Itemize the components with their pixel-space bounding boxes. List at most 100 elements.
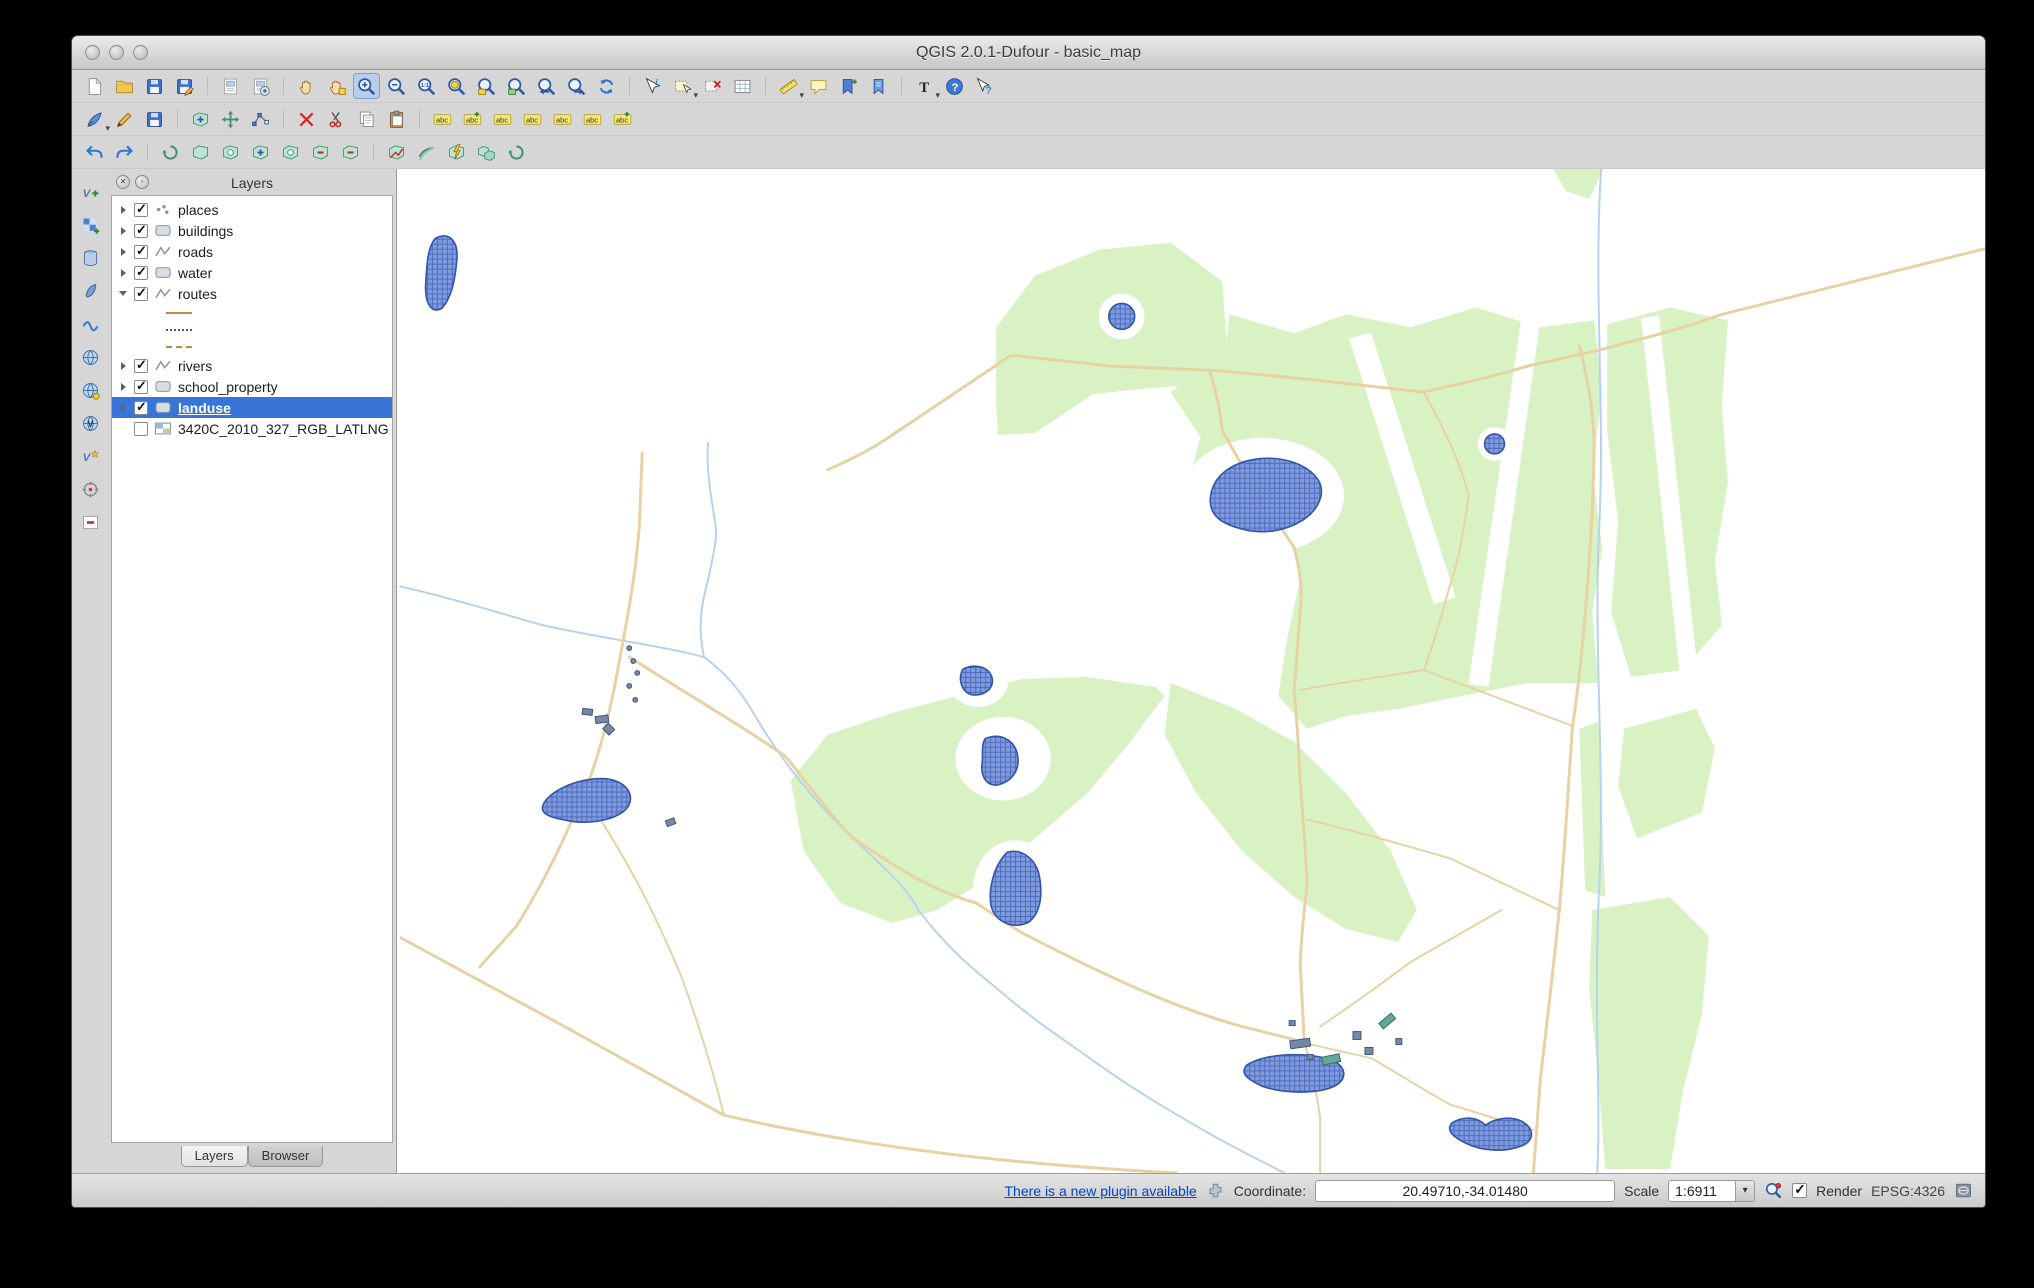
add-postgis-layer-button[interactable] [77,245,104,271]
add-vector-layer-button[interactable] [77,179,104,205]
add-raster-layer-button[interactable] [77,212,104,238]
help-button[interactable] [941,73,968,99]
zoom-full-button[interactable] [443,73,470,99]
routes-symbol-2[interactable] [112,321,392,338]
rotate-point-symbols-button[interactable] [503,139,530,165]
layer-visibility-checkbox[interactable] [134,357,148,373]
reshape-features-button[interactable] [383,139,410,165]
rotate-feature-button[interactable] [157,139,184,165]
cut-features-button[interactable] [323,106,350,132]
minimize-button[interactable] [109,45,124,60]
layer-visibility-checkbox[interactable] [134,285,148,301]
layer-water[interactable]: water [112,262,392,283]
layer-3420C-raster[interactable]: 3420C_2010_327_RGB_LATLNG [112,418,392,439]
layer-buildings[interactable]: buildings [112,220,392,241]
zoom-last-button[interactable] [533,73,560,99]
zoom-actual-button[interactable] [413,73,440,99]
layer-expander[interactable] [118,206,128,214]
pan-map-button[interactable] [293,73,320,99]
zoom-to-layer-button[interactable] [473,73,500,99]
layer-roads[interactable]: roads [112,241,392,262]
merge-features-button[interactable] [473,139,500,165]
scale-magnifier-icon[interactable] [1764,1181,1783,1200]
add-mssql-layer-button[interactable] [77,311,104,337]
layer-visibility-checkbox[interactable] [134,378,148,394]
delete-part-button[interactable] [337,139,364,165]
label-move-button[interactable] [489,106,516,132]
add-part-button[interactable] [247,139,274,165]
map-tips-button[interactable] [805,73,832,99]
new-shapefile-button[interactable] [77,443,104,469]
paste-features-button[interactable] [383,106,410,132]
scale-input[interactable] [1669,1180,1736,1201]
layer-rivers[interactable]: rivers [112,355,392,376]
delete-selected-button[interactable] [293,106,320,132]
whats-this-button[interactable] [971,73,998,99]
remove-layer-button[interactable] [77,509,104,535]
render-checkbox[interactable] [1792,1181,1808,1198]
zoom-out-button[interactable] [383,73,410,99]
node-tool-button[interactable] [247,106,274,132]
fill-ring-button[interactable] [277,139,304,165]
add-feature-button[interactable] [187,106,214,132]
layer-visibility-checkbox[interactable] [134,421,148,436]
scale-dropdown-arrow[interactable]: ▾ [1735,1180,1755,1201]
zoom-to-selection-button[interactable] [503,73,530,99]
refresh-map-button[interactable] [593,73,620,99]
label-add-button[interactable] [459,106,486,132]
layer-routes[interactable]: routes [112,283,392,304]
new-bookmark-button[interactable] [835,73,862,99]
layer-visibility-checkbox[interactable] [134,201,148,217]
pan-to-selection-button[interactable] [323,73,350,99]
identify-button[interactable] [639,73,666,99]
routes-symbol-3[interactable] [112,338,392,355]
label-show-hide-button[interactable] [579,106,606,132]
deselect-features-button[interactable] [699,73,726,99]
add-wms-layer-button[interactable] [77,344,104,370]
composer-manager-button[interactable] [247,73,274,99]
crs-status-button[interactable] [1954,1181,1973,1200]
layer-expander[interactable] [118,404,128,412]
simplify-feature-button[interactable] [187,139,214,165]
coordinate-input[interactable] [1315,1179,1616,1202]
plugin-available-link[interactable]: There is a new plugin available [1004,1183,1196,1199]
layer-school-property[interactable]: school_property [112,376,392,397]
layer-landuse[interactable]: landuse [112,397,392,418]
select-features-button[interactable] [669,73,698,101]
coordinate-capture-button[interactable] [77,476,104,502]
panel-float-button[interactable] [135,175,149,189]
scale-combo[interactable]: ▾ [1668,1179,1756,1202]
labeling-button[interactable] [429,106,456,132]
save-layer-edits-button[interactable] [141,106,168,132]
delete-ring-button[interactable] [307,139,334,165]
add-spatialite-layer-button[interactable] [77,278,104,304]
move-feature-button[interactable] [217,106,244,132]
layer-expander[interactable] [118,269,128,277]
show-bookmarks-button[interactable] [865,73,892,99]
toggle-editing-button[interactable] [111,106,138,132]
map-canvas[interactable] [396,169,1985,1173]
plugin-icon[interactable] [1206,1181,1225,1200]
undo-button[interactable] [81,139,108,165]
close-button[interactable] [85,45,100,60]
offset-curve-button[interactable] [413,139,440,165]
save-project-button[interactable] [141,73,168,99]
split-features-button[interactable] [443,139,470,165]
layer-places[interactable]: places [112,199,392,220]
add-ring-button[interactable] [217,139,244,165]
redo-button[interactable] [111,139,138,165]
layer-expander[interactable] [118,383,128,391]
measure-button[interactable] [775,73,804,101]
tab-layers[interactable]: Layers [180,1146,248,1167]
layer-visibility-checkbox[interactable] [134,399,148,415]
layer-expander[interactable] [118,227,128,235]
label-properties-button[interactable] [609,106,636,132]
zoom-in-button[interactable] [353,73,380,99]
label-pin-button[interactable] [549,106,576,132]
layer-visibility-checkbox[interactable] [134,243,148,259]
new-composer-button[interactable] [217,73,244,99]
open-attribute-table-button[interactable] [729,73,756,99]
open-project-button[interactable] [111,73,138,99]
layer-expander[interactable] [118,248,128,256]
add-wcs-layer-button[interactable] [77,377,104,403]
